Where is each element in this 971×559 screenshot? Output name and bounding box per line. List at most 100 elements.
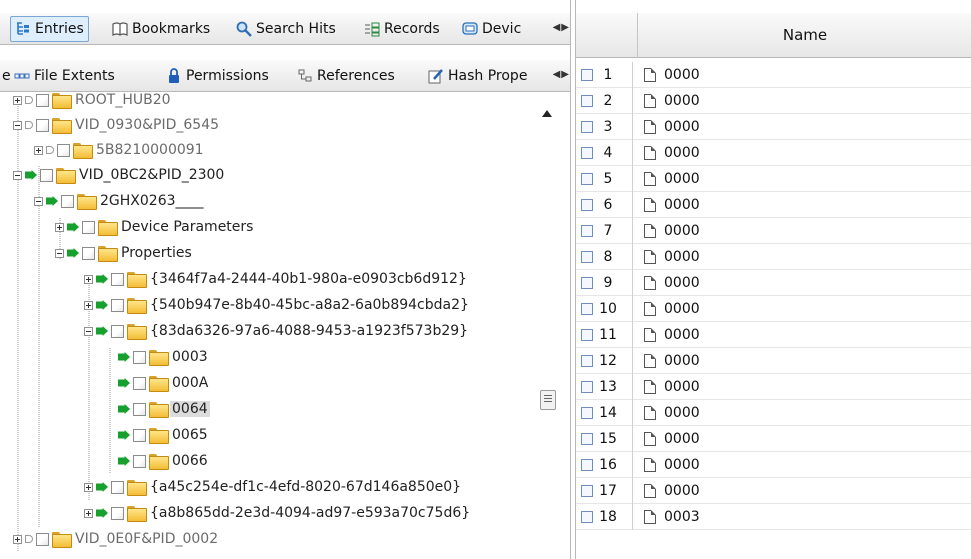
row-checkbox[interactable]: [581, 68, 593, 81]
tree-node[interactable]: 2GHX0263____: [34, 190, 206, 212]
table-row[interactable]: 4 0000: [576, 139, 971, 166]
tree-node[interactable]: {540b947e-8b40-45bc-a8a2-6a0b894cbda2}: [84, 294, 471, 316]
tree-node[interactable]: VID_0BC2&PID_2300: [13, 164, 226, 186]
table-row[interactable]: 10 0000: [576, 295, 971, 322]
checkbox[interactable]: [57, 143, 70, 157]
table-row[interactable]: 3 0000: [576, 113, 971, 140]
tree-node[interactable]: {83da6326-97a6-4088-9453-a1923f573b29}: [84, 320, 470, 342]
expand-icon[interactable]: [13, 534, 22, 544]
tree-node-selected[interactable]: 0064: [118, 398, 210, 420]
table-row[interactable]: 14 0000: [576, 399, 971, 426]
table-row[interactable]: 2 0000: [576, 87, 971, 114]
checkbox[interactable]: [36, 118, 49, 132]
row-checkbox[interactable]: [581, 354, 593, 367]
scroll-left-icon[interactable]: ◀: [553, 22, 561, 33]
tab-scroll-arrows[interactable]: ◀ ▶: [553, 22, 569, 33]
tree-node[interactable]: 5B8210000091: [34, 139, 206, 161]
tree-node[interactable]: {a8b865dd-2e3d-4094-ad97-e593a70c75d6}: [84, 502, 472, 524]
row-checkbox[interactable]: [581, 120, 593, 133]
row-checkbox[interactable]: [581, 172, 593, 185]
tab-hash-properties[interactable]: Hash Prope: [424, 63, 531, 89]
tab-search-hits[interactable]: Search Hits: [232, 16, 340, 42]
table-row[interactable]: 11 0000: [576, 321, 971, 348]
checkbox[interactable]: [36, 532, 49, 546]
tree-node[interactable]: 0003: [118, 346, 210, 368]
table-row[interactable]: 5 0000: [576, 165, 971, 192]
tree-node[interactable]: Properties: [55, 242, 194, 264]
expand-icon[interactable]: [34, 145, 43, 155]
tab-devices[interactable]: Devic: [458, 16, 525, 42]
checkbox[interactable]: [133, 376, 146, 390]
scroll-left-icon[interactable]: ◀: [553, 69, 561, 80]
collapse-icon[interactable]: [34, 196, 43, 206]
checkbox[interactable]: [133, 350, 146, 364]
checkbox[interactable]: [111, 272, 124, 286]
row-checkbox[interactable]: [581, 146, 593, 159]
scroll-right-icon[interactable]: ▶: [561, 69, 569, 80]
checkbox[interactable]: [111, 480, 124, 494]
tree-node[interactable]: {a45c254e-df1c-4efd-8020-67d146a850e0}: [84, 476, 463, 498]
checkbox[interactable]: [133, 454, 146, 468]
table-row[interactable]: 6 0000: [576, 191, 971, 218]
table-row[interactable]: 8 0000: [576, 243, 971, 270]
table-row[interactable]: 13 0000: [576, 373, 971, 400]
expand-icon[interactable]: [55, 222, 64, 232]
table-row[interactable]: 16 0000: [576, 451, 971, 478]
checkbox[interactable]: [111, 298, 124, 312]
tree-node[interactable]: 0065: [118, 424, 210, 446]
expand-icon[interactable]: [84, 300, 93, 310]
row-checkbox[interactable]: [581, 432, 593, 445]
tree-node[interactable]: VID_0930&PID_6545: [13, 114, 221, 136]
row-checkbox[interactable]: [581, 510, 593, 523]
row-checkbox[interactable]: [581, 198, 593, 211]
tab-file-extents[interactable]: File Extents: [10, 63, 119, 89]
tab-bookmarks[interactable]: Bookmarks: [108, 16, 214, 42]
row-checkbox[interactable]: [581, 276, 593, 289]
tab-references[interactable]: References: [293, 63, 399, 89]
tree-node[interactable]: Device Parameters: [55, 216, 255, 238]
collapse-icon[interactable]: [84, 326, 93, 336]
table-row[interactable]: 9 0000: [576, 269, 971, 296]
tree-view[interactable]: ROOT_HUB20 VID_0930&PID_6545 5B821000009…: [0, 93, 570, 559]
scroll-up-icon[interactable]: [542, 110, 552, 117]
checkbox[interactable]: [111, 506, 124, 520]
collapse-icon[interactable]: [55, 248, 64, 258]
expand-icon[interactable]: [84, 482, 93, 492]
row-checkbox[interactable]: [581, 328, 593, 341]
table-row[interactable]: 12 0000: [576, 347, 971, 374]
tab-scroll-arrows[interactable]: ◀ ▶: [553, 69, 569, 80]
collapse-icon[interactable]: [13, 120, 22, 130]
checkbox[interactable]: [111, 324, 124, 338]
checkbox[interactable]: [40, 168, 53, 182]
tree-node[interactable]: 000A: [118, 372, 210, 394]
tree-scrollbar[interactable]: [537, 93, 557, 559]
row-checkbox[interactable]: [581, 406, 593, 419]
column-header-name[interactable]: Name: [638, 13, 971, 58]
scrollbar-thumb[interactable]: [540, 390, 556, 410]
collapse-icon[interactable]: [13, 170, 22, 180]
scroll-right-icon[interactable]: ▶: [561, 22, 569, 33]
expand-icon[interactable]: [13, 95, 22, 105]
tree-node[interactable]: 0066: [118, 450, 210, 472]
table-row[interactable]: 17 0000: [576, 477, 971, 504]
row-checkbox[interactable]: [581, 250, 593, 263]
table-row[interactable]: 7 0000: [576, 217, 971, 244]
tree-node[interactable]: VID_0E0F&PID_0002: [13, 528, 220, 550]
checkbox[interactable]: [36, 93, 49, 107]
row-checkbox[interactable]: [581, 94, 593, 107]
tab-records[interactable]: Records: [360, 16, 444, 42]
checkbox[interactable]: [82, 220, 95, 234]
row-checkbox[interactable]: [581, 380, 593, 393]
row-checkbox[interactable]: [581, 224, 593, 237]
table-row[interactable]: 1 0000: [576, 61, 971, 88]
checkbox[interactable]: [82, 246, 95, 260]
row-checkbox[interactable]: [581, 302, 593, 315]
tab-entries[interactable]: Entries: [10, 16, 89, 42]
table-row[interactable]: 18 0003: [576, 503, 971, 530]
row-checkbox[interactable]: [581, 484, 593, 497]
tree-node[interactable]: {3464f7a4-2444-40b1-980a-e0903cb6d912}: [84, 268, 469, 290]
row-checkbox[interactable]: [581, 458, 593, 471]
tree-node[interactable]: ROOT_HUB20: [13, 93, 173, 111]
table-row[interactable]: 15 0000: [576, 425, 971, 452]
expand-icon[interactable]: [84, 508, 93, 518]
